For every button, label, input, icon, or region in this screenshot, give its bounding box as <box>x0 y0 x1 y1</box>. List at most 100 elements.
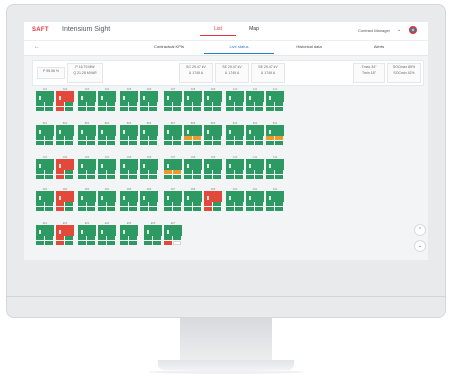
container-tile[interactable]: B04 <box>98 122 116 146</box>
container-tile[interactable]: C02 <box>56 156 74 180</box>
container-tile[interactable]: A03 <box>78 88 96 112</box>
container-tile[interactable]: D10 <box>226 188 244 212</box>
container-tile[interactable]: B01 <box>36 122 54 146</box>
container-tile[interactable]: B11 <box>246 122 264 146</box>
tile-subcell <box>173 102 181 106</box>
tab-live-status[interactable]: Live status <box>204 41 274 54</box>
container-tile[interactable]: E02 <box>56 222 74 246</box>
tab-alerts[interactable]: Alerts <box>344 41 414 53</box>
tile-status-block <box>98 225 116 236</box>
container-tile[interactable]: B07 <box>164 122 182 146</box>
container-tile[interactable]: A04 <box>98 88 116 112</box>
container-tile[interactable]: A07 <box>164 88 182 112</box>
container-tile[interactable]: E01 <box>36 222 54 246</box>
container-tile[interactable]: D09 <box>204 188 222 212</box>
container-tile[interactable]: A12 <box>266 88 284 112</box>
container-tile[interactable]: A05 <box>120 88 138 112</box>
battery-icon <box>81 96 83 100</box>
container-tile[interactable]: A01 <box>36 88 54 112</box>
battery-icon <box>207 130 209 134</box>
container-tile[interactable]: E03 <box>78 222 96 246</box>
container-tile[interactable]: A11 <box>246 88 264 112</box>
tile-status-block <box>98 125 116 136</box>
container-tile[interactable]: E07 <box>164 222 182 246</box>
container-tile[interactable]: A06 <box>140 88 158 112</box>
container-tile[interactable]: D06 <box>140 188 158 212</box>
tile-subcell <box>173 141 181 145</box>
tile-subcell <box>266 175 274 179</box>
tab-contractual-kpis[interactable]: Contractual KPIs <box>134 41 204 53</box>
tile-status-block <box>204 125 222 136</box>
tile-status-block <box>56 191 74 202</box>
tile-subcell <box>140 141 148 145</box>
tile-subcell <box>275 175 283 179</box>
container-tile[interactable]: B03 <box>78 122 96 146</box>
container-tile[interactable]: A02 <box>56 88 74 112</box>
container-tile[interactable]: C08 <box>184 156 202 180</box>
tile-subcell <box>120 202 128 206</box>
tile-subcell <box>45 102 53 106</box>
user-menu[interactable]: Contract Manager <box>358 28 390 33</box>
tile-subcell <box>164 102 172 106</box>
chevron-down-icon[interactable]: ⌄ <box>414 240 426 252</box>
container-tile[interactable]: C04 <box>98 156 116 180</box>
tile-subcell <box>246 170 254 174</box>
chevron-down-icon[interactable]: ⌄ <box>397 27 401 33</box>
tile-subcell <box>107 102 115 106</box>
chevron-up-icon[interactable]: ⌃ <box>414 224 426 236</box>
container-tile[interactable]: D12 <box>266 188 284 212</box>
tile-subcell <box>56 170 64 174</box>
container-tile[interactable]: B09 <box>204 122 222 146</box>
container-tile[interactable]: C11 <box>246 156 264 180</box>
container-tile[interactable]: D01 <box>36 188 54 212</box>
container-tile[interactable]: D04 <box>98 188 116 212</box>
container-tile[interactable]: C09 <box>204 156 222 180</box>
monitor-stand-shadow <box>148 370 304 374</box>
summary-value: U 1749 A <box>260 71 276 75</box>
tile-subcell <box>235 102 243 106</box>
container-tile[interactable]: D02 <box>56 188 74 212</box>
container-tile[interactable]: D07 <box>164 188 182 212</box>
tile-status-block <box>120 91 138 102</box>
container-tile[interactable]: C12 <box>266 156 284 180</box>
nav-list[interactable]: List <box>200 26 236 36</box>
battery-icon <box>59 230 61 234</box>
container-tile[interactable]: B02 <box>56 122 74 146</box>
battery-icon <box>207 96 209 100</box>
container-tile[interactable]: B12 <box>266 122 284 146</box>
tile-subcell <box>45 207 53 211</box>
battery-icon <box>187 96 189 100</box>
container-tile[interactable]: B08 <box>184 122 202 146</box>
battery-icon <box>39 230 41 234</box>
container-tile[interactable]: C10 <box>226 156 244 180</box>
battery-icon <box>143 196 145 200</box>
container-tile[interactable]: B05 <box>120 122 138 146</box>
container-tile[interactable]: D11 <box>246 188 264 212</box>
container-tile[interactable]: A10 <box>226 88 244 112</box>
tile-subcell <box>235 136 243 140</box>
container-tile[interactable]: E06 <box>144 222 162 246</box>
container-tile[interactable]: E04 <box>98 222 116 246</box>
container-tile[interactable]: C05 <box>120 156 138 180</box>
container-tile[interactable]: B10 <box>226 122 244 146</box>
summary-value: Q 21.28 MVAR <box>73 71 97 75</box>
nav-map[interactable]: Map <box>236 26 272 36</box>
back-arrow-icon[interactable]: ← <box>34 44 40 50</box>
container-tile[interactable]: D03 <box>78 188 96 212</box>
tile-subcell <box>164 141 172 145</box>
tile-subcell <box>107 107 115 111</box>
tab-historical-data[interactable]: Historical data <box>274 41 344 53</box>
container-tile[interactable]: A09 <box>204 88 222 112</box>
container-tile[interactable]: C03 <box>78 156 96 180</box>
tile-subcell <box>193 136 201 140</box>
container-tile[interactable]: C07 <box>164 156 182 180</box>
container-tile[interactable]: D05 <box>120 188 138 212</box>
container-tile[interactable]: C06 <box>140 156 158 180</box>
container-tile[interactable]: C01 <box>36 156 54 180</box>
container-tile[interactable]: D08 <box>184 188 202 212</box>
battery-icon <box>229 96 231 100</box>
container-tile[interactable]: E05 <box>120 222 138 246</box>
battery-icon <box>249 96 251 100</box>
container-tile[interactable]: B06 <box>140 122 158 146</box>
container-tile[interactable]: A08 <box>184 88 202 112</box>
